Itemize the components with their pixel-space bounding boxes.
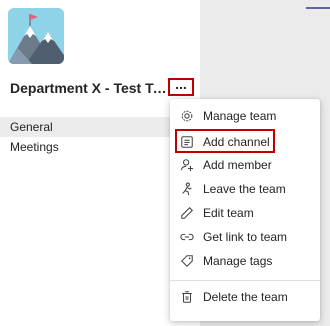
- add-channel-highlight: [175, 129, 275, 153]
- menu-item-label: Manage team: [203, 109, 277, 123]
- active-tab-indicator: [306, 7, 330, 9]
- menu-item-edit-team[interactable]: Edit team: [170, 202, 320, 224]
- menu-item-label: Manage tags: [203, 254, 273, 268]
- add-member-icon: [179, 157, 195, 173]
- gear-icon: [179, 108, 195, 124]
- menu-item-leave-team[interactable]: Leave the team: [170, 178, 320, 200]
- menu-item-label: Leave the team: [203, 182, 286, 196]
- trash-icon: [179, 289, 195, 305]
- tag-icon: [179, 253, 195, 269]
- channel-label: General: [10, 120, 53, 134]
- menu-item-label: Delete the team: [203, 290, 288, 304]
- menu-item-label: Edit team: [203, 206, 254, 220]
- menu-item-label: Add member: [203, 158, 272, 172]
- menu-item-label: Get link to team: [203, 230, 288, 244]
- menu-item-add-member[interactable]: Add member: [170, 154, 320, 176]
- menu-item-get-link[interactable]: Get link to team: [170, 226, 320, 248]
- team-avatar: [8, 8, 64, 64]
- menu-item-manage-tags[interactable]: Manage tags: [170, 250, 320, 272]
- team-context-menu: Manage team Add channel Add member Leave…: [170, 99, 320, 321]
- more-options-button[interactable]: ...: [168, 76, 194, 96]
- leave-icon: [179, 181, 195, 197]
- menu-item-manage-team[interactable]: Manage team: [170, 105, 320, 127]
- link-icon: [179, 229, 195, 245]
- menu-item-delete-team[interactable]: Delete the team: [170, 286, 320, 308]
- team-name: Department X - Test Te...: [10, 80, 168, 96]
- menu-divider: [170, 280, 320, 281]
- mountain-flag-image: [8, 8, 64, 64]
- pencil-icon: [179, 205, 195, 221]
- more-options-label: ...: [175, 76, 187, 92]
- channel-label: Meetings: [10, 140, 59, 154]
